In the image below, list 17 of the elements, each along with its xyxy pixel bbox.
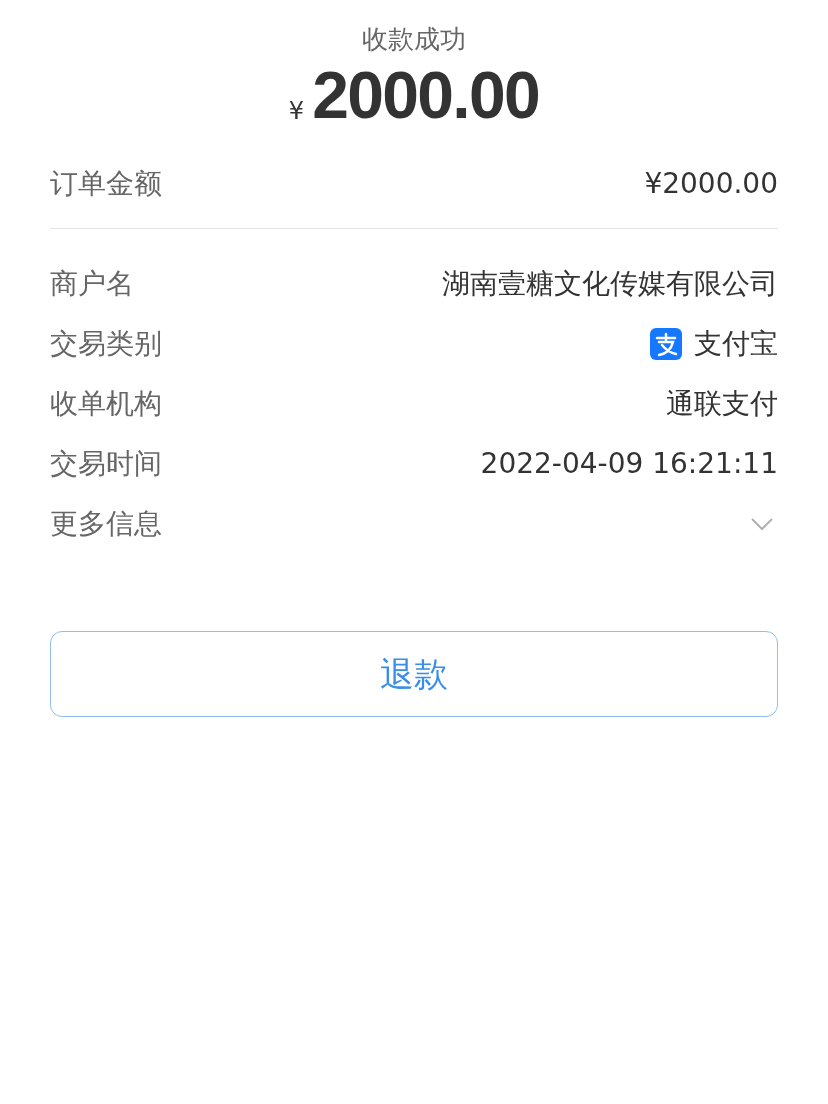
currency-symbol: ¥ (288, 96, 305, 127)
amount-text: 2000.00 (312, 57, 540, 134)
detail-label: 交易类别 (50, 326, 162, 362)
refund-button[interactable]: 退款 (50, 631, 778, 717)
detail-label: 商户名 (50, 266, 134, 302)
order-label: 订单金额 (50, 165, 162, 202)
detail-value: 支付宝 (694, 326, 778, 362)
status-title: 收款成功 (362, 23, 466, 56)
chevron-down-icon[interactable] (750, 517, 774, 531)
detail-value: 湖南壹糖文化传媒有限公司 (442, 266, 778, 302)
detail-label: 收单机构 (50, 386, 162, 422)
detail-value: 通联支付 (666, 386, 778, 422)
order-value: ¥2000.00 (644, 165, 778, 202)
detail-label: 交易时间 (50, 446, 162, 482)
detail-value: 2022-04-09 16:21:11 (480, 446, 778, 482)
detail-label: 更多信息 (50, 506, 162, 542)
payment-logo-icon (650, 328, 682, 360)
